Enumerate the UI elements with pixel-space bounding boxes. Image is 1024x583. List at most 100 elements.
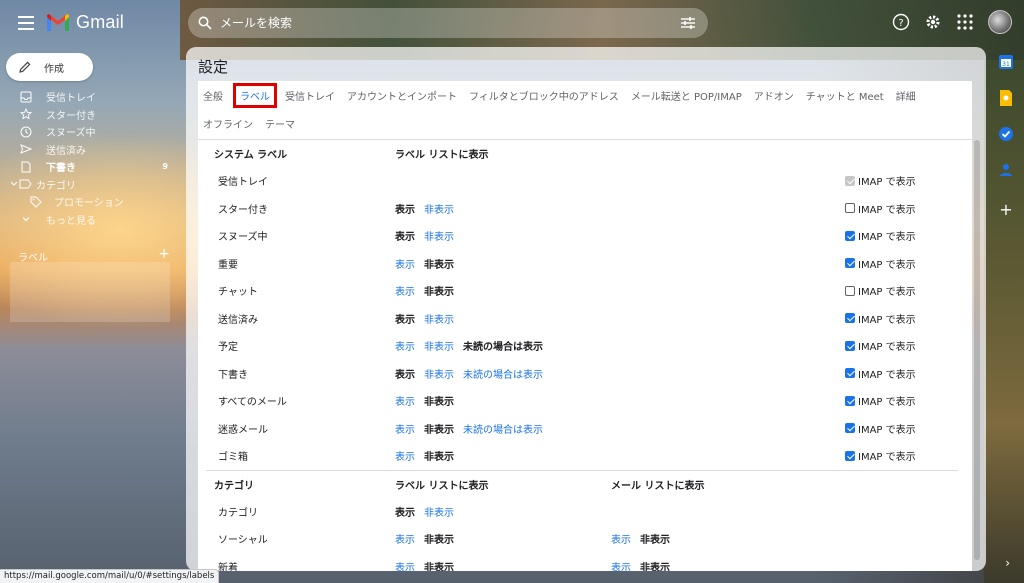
hide-link[interactable]: 非表示 (424, 228, 454, 243)
sidebar-item-label: 送信済み (46, 145, 86, 157)
keep-icon[interactable] (996, 88, 1016, 108)
hide-link[interactable]: 非表示 (424, 366, 454, 381)
imap-checkbox[interactable] (845, 203, 855, 214)
help-icon[interactable]: ? (892, 13, 910, 31)
search-icon[interactable] (198, 16, 212, 30)
sidebar-item-snoozed[interactable]: スヌーズ中 (0, 123, 180, 141)
tab-chat-meet[interactable]: チャットと Meet (806, 88, 884, 103)
imap-toggle[interactable]: IMAP で表示 (845, 448, 916, 463)
imap-toggle[interactable]: IMAP で表示 (845, 338, 916, 353)
search-bar[interactable] (188, 8, 708, 38)
contacts-icon[interactable] (996, 160, 1016, 180)
clock-icon (20, 126, 32, 138)
hide-link[interactable]: 非表示 (424, 338, 454, 353)
sidebar-item-promotions[interactable]: プロモーション (0, 193, 180, 211)
hide-option: 非表示 (424, 424, 454, 436)
table-row: 送信済み 表示 非表示 IMAP で表示 (202, 305, 952, 333)
tab-filters-blocked[interactable]: フィルタとブロック中のアドレス (469, 88, 619, 103)
imap-checkbox[interactable] (845, 368, 855, 379)
show-link[interactable]: 表示 (395, 283, 415, 298)
search-options-icon[interactable] (680, 16, 696, 30)
show-link[interactable]: 表示 (395, 393, 415, 408)
chevron-right-icon[interactable]: › (1005, 556, 1010, 570)
show-link[interactable]: 表示 (395, 421, 415, 436)
show-option: 表示 (395, 507, 415, 519)
settings-gear-icon[interactable] (924, 13, 942, 31)
label-name: 下書き (218, 369, 248, 381)
sidebar-item-more[interactable]: もっと見る (0, 211, 180, 229)
imap-toggle[interactable]: IMAP で表示 (845, 201, 916, 216)
show-link[interactable]: 表示 (395, 448, 415, 463)
sidebar-item-sent[interactable]: 送信済み (0, 141, 180, 159)
labels-settings-table: システム ラベル ラベル リストに表示 受信トレイ IMAP で表示 スター付き… (202, 140, 958, 571)
search-input[interactable] (220, 16, 680, 30)
imap-checkbox[interactable] (845, 423, 855, 434)
imap-checkbox[interactable] (845, 258, 855, 269)
mail-show-link[interactable]: 表示 (611, 531, 631, 546)
mail-show-link[interactable]: 表示 (611, 559, 631, 571)
sidebar-item-inbox[interactable]: 受信トレイ (0, 88, 180, 106)
show-if-unread-link[interactable]: 未読の場合は表示 (463, 421, 543, 436)
imap-label: IMAP で表示 (858, 452, 916, 464)
imap-toggle[interactable]: IMAP で表示 (845, 283, 916, 298)
svg-text:?: ? (898, 18, 903, 29)
label-name: 重要 (218, 259, 238, 271)
sidebar-item-drafts[interactable]: 下書き 9 (0, 158, 180, 176)
imap-checkbox[interactable] (845, 285, 855, 296)
send-icon (20, 143, 32, 155)
calendar-icon[interactable]: 31 (996, 52, 1016, 72)
mail-hide-option: 非表示 (640, 562, 670, 571)
add-addon-icon[interactable]: + (993, 200, 1019, 219)
hide-option: 非表示 (424, 452, 454, 464)
imap-checkbox[interactable] (845, 230, 855, 241)
imap-toggle[interactable]: IMAP で表示 (845, 256, 916, 271)
apps-grid-icon[interactable] (956, 13, 974, 31)
tab-offline[interactable]: オフライン (203, 116, 253, 131)
table-row: 重要 表示 非表示 IMAP で表示 (202, 250, 952, 278)
table-row: 下書き 表示 非表示 未読の場合は表示 IMAP で表示 (202, 360, 952, 388)
imap-toggle[interactable]: IMAP で表示 (845, 228, 916, 243)
imap-checkbox[interactable] (845, 340, 855, 351)
tab-general[interactable]: 全般 (203, 88, 223, 103)
tab-forwarding-pop-imap[interactable]: メール転送と POP/IMAP (631, 88, 742, 103)
imap-toggle[interactable]: IMAP で表示 (845, 311, 916, 326)
imap-toggle[interactable]: IMAP で表示 (845, 173, 916, 188)
tab-addons[interactable]: アドオン (754, 88, 794, 103)
imap-checkbox[interactable] (845, 450, 855, 461)
imap-checkbox[interactable] (845, 395, 855, 406)
tab-accounts-import[interactable]: アカウントとインポート (347, 88, 457, 103)
compose-button[interactable]: 作成 (6, 53, 93, 81)
hide-link[interactable]: 非表示 (424, 311, 454, 326)
sidebar-item-starred[interactable]: スター付き (0, 106, 180, 124)
imap-label: IMAP で表示 (858, 397, 916, 409)
settings-scrollbar[interactable] (974, 140, 980, 560)
tab-labels[interactable]: ラベル (233, 82, 277, 108)
account-avatar[interactable] (988, 10, 1012, 34)
show-link[interactable]: 表示 (395, 256, 415, 271)
hide-link[interactable]: 非表示 (424, 504, 454, 519)
main-menu-icon[interactable] (18, 16, 34, 30)
imap-label: IMAP で表示 (858, 287, 916, 299)
show-link[interactable]: 表示 (395, 338, 415, 353)
imap-toggle[interactable]: IMAP で表示 (845, 421, 916, 436)
hide-option: 非表示 (424, 259, 454, 271)
imap-toggle[interactable]: IMAP で表示 (845, 366, 916, 381)
show-if-unread-link[interactable]: 未読の場合は表示 (463, 366, 543, 381)
tab-inbox[interactable]: 受信トレイ (285, 88, 335, 103)
sidebar-item-categories[interactable]: カテゴリ (0, 176, 180, 194)
star-icon (20, 108, 32, 120)
label-name: スヌーズ中 (218, 232, 268, 244)
tasks-icon[interactable] (996, 124, 1016, 144)
imap-checkbox[interactable] (845, 313, 855, 324)
imap-checkbox (845, 175, 855, 186)
show-link[interactable]: 表示 (395, 531, 415, 546)
system-labels-header: システム ラベル ラベル リストに表示 (202, 140, 952, 167)
tab-themes[interactable]: テーマ (265, 116, 295, 131)
label-name: チャット (218, 287, 258, 299)
show-link[interactable]: 表示 (395, 559, 415, 571)
tab-advanced[interactable]: 詳細 (896, 88, 916, 103)
imap-toggle[interactable]: IMAP で表示 (845, 393, 916, 408)
hide-link[interactable]: 非表示 (424, 201, 454, 216)
table-row: チャット 表示 非表示 IMAP で表示 (202, 277, 952, 305)
gmail-logo[interactable]: Gmail (46, 12, 124, 33)
